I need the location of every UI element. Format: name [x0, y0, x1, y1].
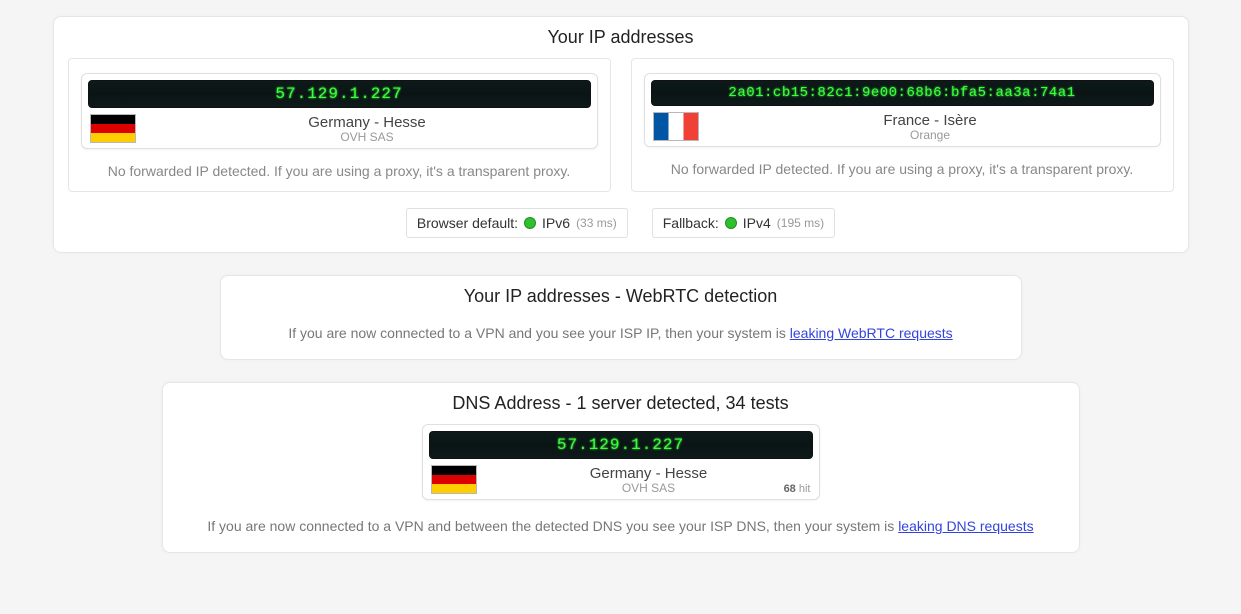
dns-location: Germany - Hesse	[487, 465, 811, 482]
ipv4-isp: OVH SAS	[146, 130, 589, 144]
webrtc-text: If you are now connected to a VPN and yo…	[288, 325, 789, 341]
status-row: Browser default: IPv6 (33 ms) Fallback: …	[68, 208, 1174, 238]
webrtc-info-text: If you are now connected to a VPN and yo…	[235, 325, 1007, 341]
dns-text: If you are now connected to a VPN and be…	[207, 518, 898, 534]
dns-info-text: If you are now connected to a VPN and be…	[177, 518, 1065, 534]
dns-address-display: 57.129.1.227	[429, 431, 813, 459]
dns-isp: OVH SAS	[487, 481, 811, 495]
fallback-label: Fallback:	[663, 215, 719, 231]
status-dot-icon	[524, 217, 536, 229]
dns-panel: DNS Address - 1 server detected, 34 test…	[162, 382, 1080, 553]
fallback-ms: (195 ms)	[777, 216, 824, 230]
dns-leak-link[interactable]: leaking DNS requests	[898, 518, 1033, 534]
status-dot-icon	[725, 217, 737, 229]
ipv4-location: Germany - Hesse	[146, 114, 589, 131]
france-flag-icon	[653, 112, 699, 141]
browser-default-proto: IPv6	[542, 215, 570, 231]
section-title: DNS Address - 1 server detected, 34 test…	[177, 393, 1065, 414]
dns-hit-count: 68 hit	[784, 483, 811, 495]
section-title: Your IP addresses	[68, 27, 1174, 48]
webrtc-leak-link[interactable]: leaking WebRTC requests	[790, 325, 953, 341]
ipv6-card: 2a01:cb15:82c1:9e00:68b6:bfa5:aa3a:74a1 …	[644, 73, 1161, 147]
browser-default-label: Browser default:	[417, 215, 518, 231]
germany-flag-icon	[90, 114, 136, 143]
germany-flag-icon	[431, 465, 477, 494]
section-title: Your IP addresses - WebRTC detection	[235, 286, 1007, 307]
fallback-status: Fallback: IPv4 (195 ms)	[652, 208, 835, 238]
ip-columns: 57.129.1.227 Germany - Hesse OVH SAS No …	[68, 58, 1174, 192]
ipv6-isp: Orange	[709, 128, 1152, 142]
ipv4-column: 57.129.1.227 Germany - Hesse OVH SAS No …	[68, 58, 611, 192]
ipv6-column: 2a01:cb15:82c1:9e00:68b6:bfa5:aa3a:74a1 …	[631, 58, 1174, 192]
fallback-proto: IPv4	[743, 215, 771, 231]
ipv4-proxy-note: No forwarded IP detected. If you are usi…	[81, 163, 598, 179]
ip-addresses-panel: Your IP addresses 57.129.1.227 Germany -…	[53, 16, 1189, 253]
browser-default-status: Browser default: IPv6 (33 ms)	[406, 208, 628, 238]
ipv6-proxy-note: No forwarded IP detected. If you are usi…	[644, 161, 1161, 177]
dns-card: 57.129.1.227 Germany - Hesse OVH SAS 68 …	[422, 424, 820, 500]
browser-default-ms: (33 ms)	[576, 216, 617, 230]
ipv6-location: France - Isère	[709, 112, 1152, 129]
ipv4-address-display: 57.129.1.227	[88, 80, 591, 108]
ipv4-card: 57.129.1.227 Germany - Hesse OVH SAS	[81, 73, 598, 149]
ipv6-address-display: 2a01:cb15:82c1:9e00:68b6:bfa5:aa3a:74a1	[651, 80, 1154, 106]
webrtc-panel: Your IP addresses - WebRTC detection If …	[220, 275, 1022, 360]
